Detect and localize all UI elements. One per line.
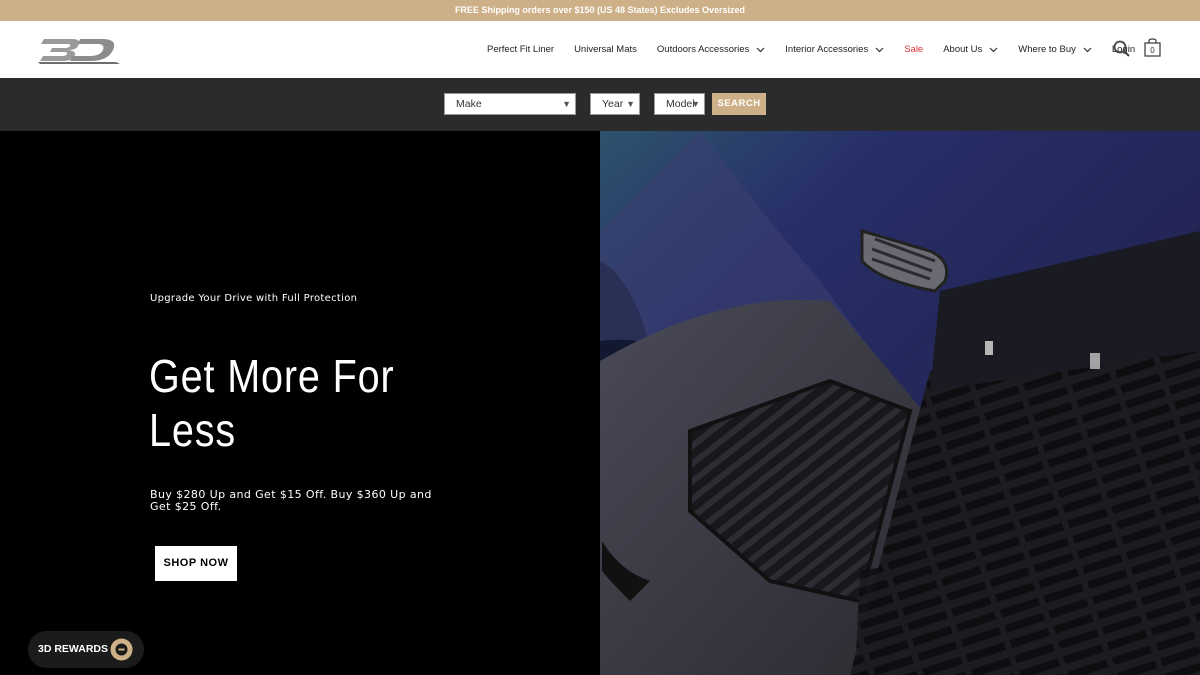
site-header: Perfect Fit Liner Universal Mats Outdoor… [0, 21, 1200, 78]
cart-count: 0 [1150, 46, 1155, 55]
announcement-text: FREE Shipping orders over $150 (US 48 St… [454, 5, 746, 15]
chevron-down-icon [1083, 47, 1092, 52]
nav-about-us[interactable]: About Us [943, 44, 998, 55]
hero-banner: Upgrade Your Drive with Full Protection … [0, 131, 1200, 675]
vehicle-filter-bar: Make ▼ Year ▼ Model ▼ SEARCH [0, 78, 1200, 131]
chevron-down-icon [989, 47, 998, 52]
nav-sale[interactable]: Sale [904, 44, 923, 55]
model-select[interactable]: Model ▼ [654, 93, 705, 115]
rewards-label: 3D REWARDS [38, 643, 109, 655]
search-button[interactable]: SEARCH [712, 93, 766, 115]
nav-label: Outdoors Accessories [656, 44, 750, 55]
year-select-label: Year [602, 98, 624, 110]
brand-logo[interactable] [38, 35, 120, 65]
shop-now-button[interactable]: SHOP NOW [155, 546, 237, 581]
nav-where-to-buy[interactable]: Where to Buy [1018, 44, 1092, 55]
caret-down-icon: ▼ [626, 99, 635, 109]
cart-icon[interactable]: 0 [1144, 38, 1161, 57]
hero-promo-text: Buy $280 Up and Get $15 Off. Buy $360 Up… [150, 488, 432, 513]
hero-text-panel: Upgrade Your Drive with Full Protection … [0, 131, 600, 675]
year-select[interactable]: Year ▼ [590, 93, 640, 115]
hero-eyebrow: Upgrade Your Drive with Full Protection [150, 293, 358, 304]
nav-label: Interior Accessories [785, 44, 869, 55]
nav-label: Universal Mats [574, 44, 637, 55]
nav-label: Perfect Fit Liner [487, 44, 555, 55]
nav-label: About Us [943, 44, 983, 55]
make-select-label: Make [456, 98, 482, 110]
floor-mat-product-image [600, 131, 1200, 675]
rewards-launcher[interactable]: 3D REWARDS [28, 631, 144, 668]
announcement-bar: FREE Shipping orders over $150 (US 48 St… [0, 0, 1200, 21]
hero-headline: Get More For Less [149, 350, 395, 456]
caret-down-icon: ▼ [691, 99, 700, 109]
search-icon[interactable] [1113, 40, 1130, 57]
nav-universal-mats[interactable]: Universal Mats [574, 44, 637, 55]
caret-down-icon: ▼ [562, 99, 571, 109]
chevron-down-icon [756, 47, 765, 52]
nav-perfect-fit-liner[interactable]: Perfect Fit Liner [487, 44, 554, 55]
chevron-down-icon [875, 47, 884, 52]
rewards-icon [110, 638, 133, 661]
nav-label: Sale [904, 44, 924, 55]
nav-label: Where to Buy [1018, 44, 1076, 55]
make-select[interactable]: Make ▼ [444, 93, 576, 115]
main-nav: Perfect Fit Liner Universal Mats Outdoor… [487, 21, 1155, 78]
nav-outdoors-accessories[interactable]: Outdoors Accessories [657, 44, 765, 55]
nav-interior-accessories[interactable]: Interior Accessories [785, 44, 884, 55]
